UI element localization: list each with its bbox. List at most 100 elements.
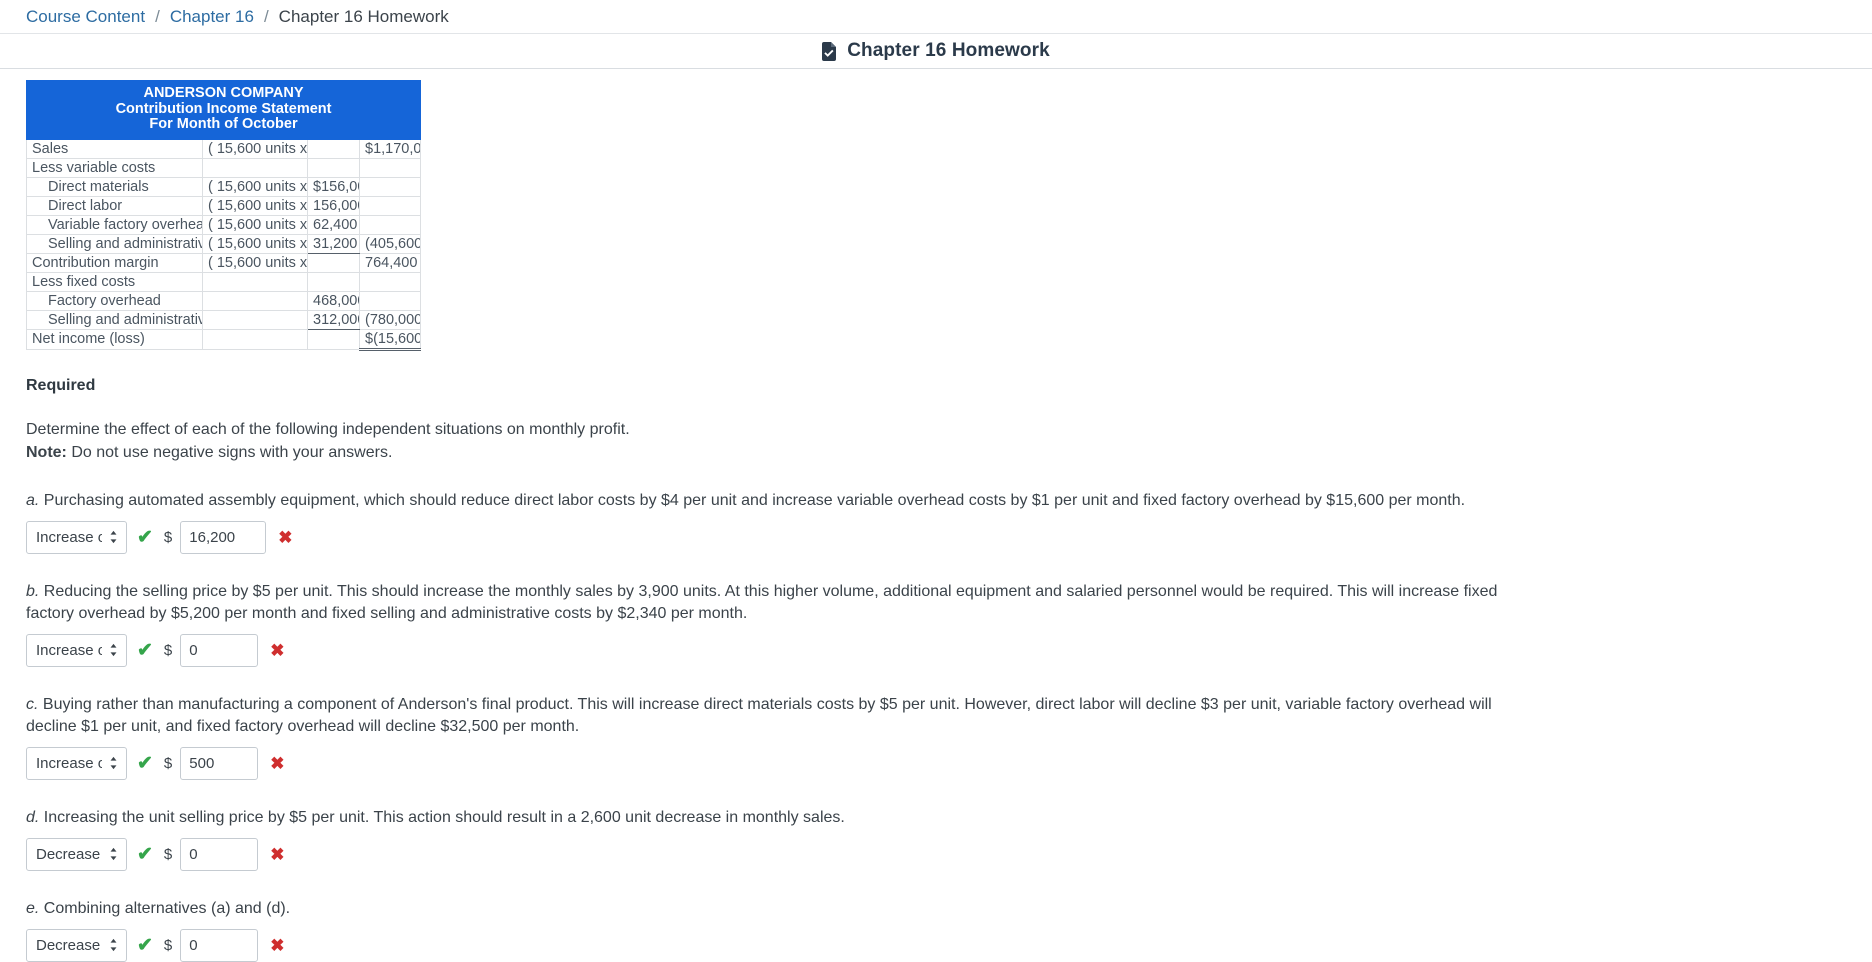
question-a-text: a. Purchasing automated assembly equipme… <box>26 490 1546 512</box>
breadcrumb-item-chapter-16[interactable]: Chapter 16 <box>170 7 254 27</box>
row-label: Less fixed costs <box>26 271 203 292</box>
statement-report-name: Contribution Income Statement <box>115 100 332 117</box>
row-amount-col4: (780,000) <box>358 309 422 330</box>
answer-e-amount-input[interactable] <box>180 928 259 962</box>
row-amount-col4 <box>358 176 422 197</box>
table-row: Selling and administrative 312,000 (780,… <box>26 309 422 330</box>
row-calculation <box>202 290 308 311</box>
row-amount-col4: 764,400 <box>358 252 422 273</box>
statement-title-header: ANDERSON COMPANY Contribution Income Sta… <box>25 80 422 140</box>
question-a-body: Purchasing automated assembly equipment,… <box>39 491 1466 509</box>
row-amount-col4 <box>358 271 422 292</box>
row-label: Factory overhead <box>26 290 203 311</box>
statement-body: Sales ( 15,600 units x $75) $1,170,000 L… <box>26 138 422 351</box>
question-d-text: d. Increasing the unit selling price by … <box>26 807 1546 829</box>
answer-c-amount-input[interactable] <box>180 746 259 780</box>
row-amount-col3: 62,400 <box>307 214 360 235</box>
breadcrumb-item-course-content[interactable]: Course Content <box>26 7 145 27</box>
row-label: Net income (loss) <box>26 328 203 350</box>
answer-a-currency-symbol: $ <box>163 528 173 546</box>
answer-d-amount-input[interactable] <box>180 837 259 871</box>
row-amount-col4: $1,170,000 <box>358 138 422 159</box>
answer-c-check-icon: ✔ <box>137 752 153 774</box>
answer-e-select-wrapper: Decrease of Increase of <box>26 928 127 962</box>
table-row: Contribution margin ( 15,600 units x $49… <box>26 252 422 273</box>
row-label: Less variable costs <box>26 157 203 178</box>
contribution-income-statement-table: ANDERSON COMPANY Contribution Income Sta… <box>25 80 422 351</box>
row-calculation <box>202 271 308 292</box>
question-e: e. Combining alternatives (a) and (d). D… <box>26 898 1872 962</box>
row-calculation: ( 15,600 units x $2) <box>202 233 308 254</box>
answer-a-direction-select[interactable]: Increase of Decrease of <box>26 520 127 554</box>
answer-a-amount-input[interactable] <box>180 520 267 554</box>
question-c-letter: c. <box>26 695 39 713</box>
note-label: Note: <box>26 443 67 461</box>
answer-row-d: Decrease of Increase of ✔ $ ✖ <box>26 837 1872 871</box>
answer-c-currency-symbol: $ <box>163 754 173 772</box>
table-row: Selling and administrative ( 15,600 unit… <box>26 233 422 254</box>
row-amount-col3 <box>307 252 360 273</box>
answer-b-direction-select[interactable]: Increase of Decrease of <box>26 633 127 667</box>
row-amount-col3: $156,000 <box>307 176 360 197</box>
question-b-body: Reducing the selling price by $5 per uni… <box>26 582 1498 622</box>
row-label: Contribution margin <box>26 252 203 273</box>
row-calculation: ( 15,600 units x $4) <box>202 214 308 235</box>
question-b: b. Reducing the selling price by $5 per … <box>26 581 1872 667</box>
question-c-body: Buying rather than manufacturing a compo… <box>26 695 1492 735</box>
answer-a-check-icon: ✔ <box>137 526 153 548</box>
answer-b-select-wrapper: Increase of Decrease of <box>26 633 127 667</box>
row-amount-col3: 31,200 <box>307 233 360 254</box>
answer-row-e: Decrease of Increase of ✔ $ ✖ <box>26 928 1872 962</box>
question-d-body: Increasing the unit selling price by $5 … <box>39 808 845 826</box>
row-amount-col3 <box>307 328 360 350</box>
row-calculation: ( 15,600 units x $49) <box>202 252 308 273</box>
answer-a-select-wrapper: Increase of Decrease of <box>26 520 127 554</box>
row-amount-col4: $(15,600) <box>358 328 422 351</box>
row-label: Sales <box>26 138 203 159</box>
answer-c-direction-select[interactable]: Increase of Decrease of <box>26 746 127 780</box>
row-amount-col4: (405,600) <box>358 233 422 254</box>
note-text: Do not use negative signs with your answ… <box>66 443 393 461</box>
answer-b-amount-input[interactable] <box>180 633 259 667</box>
answer-b-currency-symbol: $ <box>163 641 173 659</box>
row-amount-col3: 468,000 <box>307 290 360 311</box>
row-label: Selling and administrative <box>26 233 203 254</box>
answer-d-direction-select[interactable]: Decrease of Increase of <box>26 837 127 871</box>
table-row: Sales ( 15,600 units x $75) $1,170,000 <box>26 138 422 159</box>
row-label: Direct materials <box>26 176 203 197</box>
question-c-text: c. Buying rather than manufacturing a co… <box>26 694 1546 738</box>
answer-a-cross-icon: ✖ <box>278 527 293 547</box>
breadcrumb-item-current: Chapter 16 Homework <box>278 6 449 26</box>
answer-e-cross-icon: ✖ <box>270 935 285 955</box>
answer-e-currency-symbol: $ <box>163 936 173 954</box>
answer-row-b: Increase of Decrease of ✔ $ ✖ <box>26 633 1872 667</box>
row-amount-col3: 156,000 <box>307 195 360 216</box>
answer-d-cross-icon: ✖ <box>270 844 285 864</box>
row-amount-col4 <box>358 214 422 235</box>
row-label: Variable factory overhead <box>26 214 203 235</box>
answer-d-check-icon: ✔ <box>137 843 153 865</box>
answer-d-currency-symbol: $ <box>163 845 173 863</box>
answer-c-select-wrapper: Increase of Decrease of <box>26 746 127 780</box>
answer-e-check-icon: ✔ <box>137 934 153 956</box>
row-calculation <box>202 157 308 178</box>
row-amount-col3: 312,000 <box>307 309 360 330</box>
statement-company-name: ANDERSON COMPANY <box>143 85 304 101</box>
row-amount-col4 <box>358 195 422 216</box>
question-e-letter: e. <box>26 899 40 917</box>
table-row: Net income (loss) $(15,600) <box>26 328 422 351</box>
page-header: Chapter 16 Homework <box>0 34 1872 69</box>
required-note: Note: Do not use negative signs with you… <box>26 442 1872 463</box>
row-label: Selling and administrative <box>26 309 203 330</box>
row-calculation: ( 15,600 units x $10) <box>202 176 308 197</box>
breadcrumb-separator: / <box>263 6 269 26</box>
question-a: a. Purchasing automated assembly equipme… <box>26 490 1872 554</box>
row-amount-col4 <box>358 290 422 311</box>
table-row: Less fixed costs <box>26 271 422 292</box>
answer-row-c: Increase of Decrease of ✔ $ ✖ <box>26 746 1872 780</box>
page-title: Chapter 16 Homework <box>847 40 1050 61</box>
answer-row-a: Increase of Decrease of ✔ $ ✖ <box>26 520 1872 554</box>
required-instruction: Determine the effect of each of the foll… <box>26 420 630 438</box>
answer-e-direction-select[interactable]: Decrease of Increase of <box>26 928 127 962</box>
row-label: Direct labor <box>26 195 203 216</box>
